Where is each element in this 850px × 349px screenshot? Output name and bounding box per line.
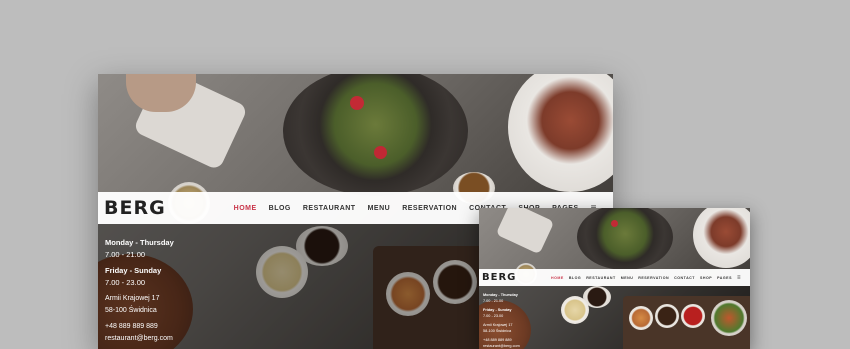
radish-1 (350, 96, 364, 110)
fries-dish-image (629, 306, 653, 330)
nav-item-reservation[interactable]: RESERVATION (638, 276, 669, 280)
main-navbar: BERG HOME BLOG RESTAURANT MENU RESERVATI… (479, 269, 750, 286)
salad-plate-image (711, 300, 747, 336)
phone-number[interactable]: +48 889 889 889 (105, 321, 174, 333)
nav-item-menu[interactable]: MENU (621, 276, 634, 280)
restaurant-info: Monday - Thursday 7.00 - 21.00 Friday - … (105, 237, 174, 344)
ketchup-dish-image (681, 304, 705, 328)
nav-menu: HOME BLOG RESTAURANT MENU RESERVATION CO… (551, 275, 747, 281)
radish-1 (611, 220, 618, 227)
nav-item-pages[interactable]: PAGES (717, 276, 732, 280)
email-link[interactable]: restaurant@berg.com (105, 333, 174, 345)
nav-item-shop[interactable]: SHOP (700, 276, 712, 280)
weekend-label: Friday - Sunday (105, 266, 162, 275)
dip-bowl-image (561, 296, 589, 324)
weekday-hours: 7.00 - 21.00 (105, 249, 146, 259)
address-line-1: Armii Krajowej 17 (105, 295, 160, 302)
radish-2 (374, 146, 387, 159)
brand-logo[interactable]: BERG (104, 197, 166, 219)
brand-logo[interactable]: BERG (482, 272, 516, 283)
nav-item-home[interactable]: HOME (551, 276, 564, 280)
weekend-hours: 7.00 - 23.00 (105, 277, 146, 287)
sauce-dish-image (655, 304, 679, 328)
nav-item-restaurant[interactable]: RESTAURANT (586, 276, 616, 280)
nav-item-blog[interactable]: BLOG (269, 205, 291, 212)
nav-item-restaurant[interactable]: RESTAURANT (303, 205, 356, 212)
nav-item-menu[interactable]: MENU (368, 205, 391, 212)
tablet-preview: BERG HOME BLOG RESTAURANT MENU RESERVATI… (479, 208, 750, 349)
hamburger-icon[interactable]: ≡ (737, 275, 741, 281)
nav-item-reservation[interactable]: RESERVATION (402, 205, 457, 212)
nav-item-blog[interactable]: BLOG (569, 276, 581, 280)
nav-item-home[interactable]: HOME (234, 205, 257, 212)
email-link[interactable]: restaurant@berg.com (483, 343, 520, 349)
nav-item-contact[interactable]: CONTACT (674, 276, 695, 280)
address-line-2: 58-100 Świdnica (105, 306, 157, 314)
weekday-label: Monday - Thursday (105, 238, 174, 247)
restaurant-info: Monday - Thursday 7.00 - 21.00 Friday - … (483, 292, 520, 349)
